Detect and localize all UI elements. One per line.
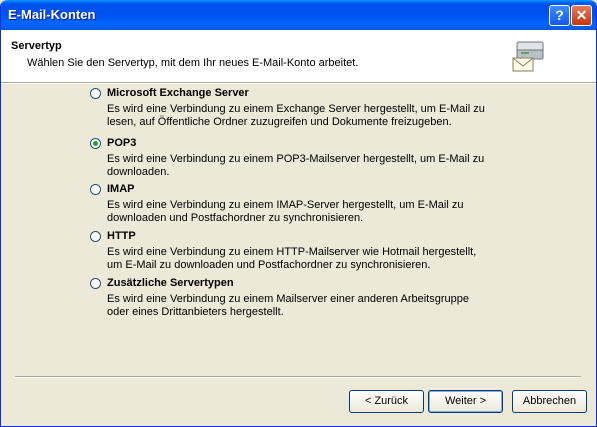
title-bar: E-Mail-Konten ? ✕: [1, 0, 596, 30]
radio-http[interactable]: [90, 231, 101, 242]
server-type-options: Microsoft Exchange Server Es wird eine V…: [90, 87, 492, 325]
desc-line: lesen, auf Öffentliche Ordner zuzugreife…: [107, 116, 452, 128]
option-description: Es wird eine Verbindung zu einem IMAP-Se…: [107, 199, 492, 225]
help-button[interactable]: ?: [549, 5, 570, 26]
radio-imap[interactable]: [90, 184, 101, 195]
option-exchange[interactable]: Microsoft Exchange Server Es wird eine V…: [90, 87, 492, 134]
option-label[interactable]: Zusätzliche Servertypen: [107, 277, 234, 289]
desc-line: Es wird eine Verbindung zu einem POP3-Ma…: [107, 153, 485, 165]
option-label[interactable]: Microsoft Exchange Server: [107, 87, 249, 99]
option-description: Es wird eine Verbindung zu einem Mailser…: [107, 293, 492, 319]
window-title: E-Mail-Konten: [8, 7, 96, 22]
desc-line: Es wird eine Verbindung zu einem IMAP-Se…: [107, 199, 464, 211]
desc-line: Es wird eine Verbindung zu einem Exchang…: [107, 103, 485, 115]
dialog-window: E-Mail-Konten ? ✕ Servertyp Wählen Sie d…: [0, 0, 597, 427]
footer-separator: [15, 376, 581, 378]
desc-line: Es wird eine Verbindung zu einem Mailser…: [107, 293, 469, 305]
page-description: Wählen Sie den Servertyp, mit dem Ihr ne…: [27, 57, 359, 69]
desc-line: downloaden und Postfachordner zu synchro…: [107, 212, 364, 224]
close-icon: ✕: [575, 7, 588, 23]
option-pop3[interactable]: POP3 Es wird eine Verbindung zu einem PO…: [90, 137, 492, 180]
mail-server-icon: [511, 39, 547, 73]
option-description: Es wird eine Verbindung zu einem HTTP-Ma…: [107, 246, 492, 272]
option-label[interactable]: HTTP: [107, 230, 136, 242]
option-imap[interactable]: IMAP Es wird eine Verbindung zu einem IM…: [90, 183, 492, 227]
wizard-header: Servertyp Wählen Sie den Servertyp, mit …: [1, 30, 596, 82]
page-title: Servertyp: [11, 40, 62, 52]
help-icon: ?: [555, 7, 564, 23]
option-additional[interactable]: Zusätzliche Servertypen Es wird eine Ver…: [90, 277, 492, 321]
radio-pop3[interactable]: [90, 138, 101, 149]
desc-line: downloaden.: [107, 166, 170, 178]
option-label[interactable]: POP3: [107, 137, 136, 149]
next-button[interactable]: Weiter >: [428, 390, 503, 413]
desc-line: oder eines Drittanbieters hergestellt.: [107, 306, 284, 318]
radio-additional[interactable]: [90, 278, 101, 289]
back-button[interactable]: < Zurück: [349, 390, 424, 413]
close-button[interactable]: ✕: [571, 5, 592, 26]
option-description: Es wird eine Verbindung zu einem Exchang…: [107, 103, 492, 129]
desc-line: Es wird eine Verbindung zu einem HTTP-Ma…: [107, 246, 477, 258]
option-description: Es wird eine Verbindung zu einem POP3-Ma…: [107, 153, 492, 179]
option-http[interactable]: HTTP Es wird eine Verbindung zu einem HT…: [90, 230, 492, 274]
cancel-button[interactable]: Abbrechen: [512, 390, 587, 413]
desc-line: um E-Mail zu downloaden und Postfachordn…: [107, 259, 431, 271]
radio-exchange[interactable]: [90, 88, 101, 99]
header-separator: [1, 82, 596, 84]
option-label[interactable]: IMAP: [107, 183, 135, 195]
